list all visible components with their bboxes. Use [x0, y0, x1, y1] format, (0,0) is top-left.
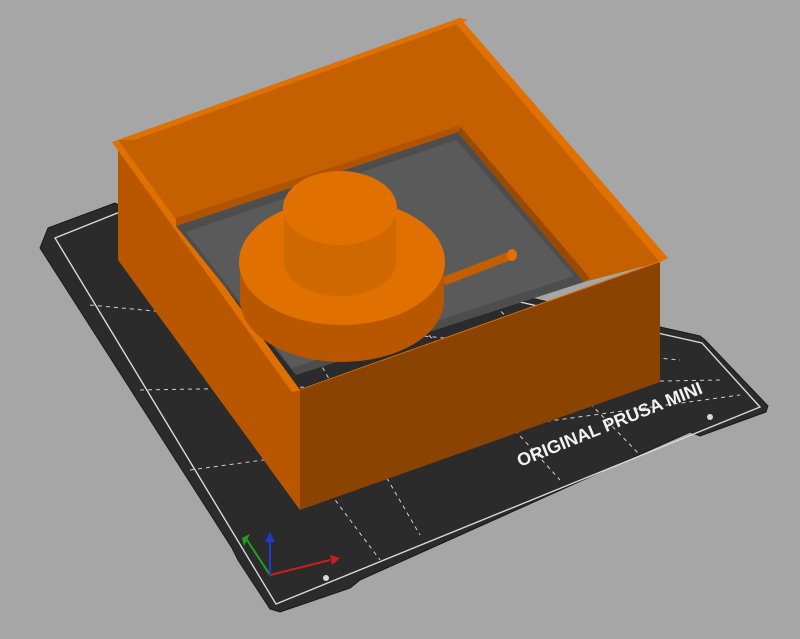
scene[interactable]: ORIGINAL PRUSA MINI: [0, 0, 800, 639]
bed-mount-hole: [323, 575, 329, 581]
knob-cylinder-top[interactable]: [283, 171, 397, 245]
peg-tip[interactable]: [507, 249, 517, 261]
3d-viewport[interactable]: ORIGINAL PRUSA MINI: [0, 0, 800, 639]
bed-mount-hole: [707, 414, 713, 420]
